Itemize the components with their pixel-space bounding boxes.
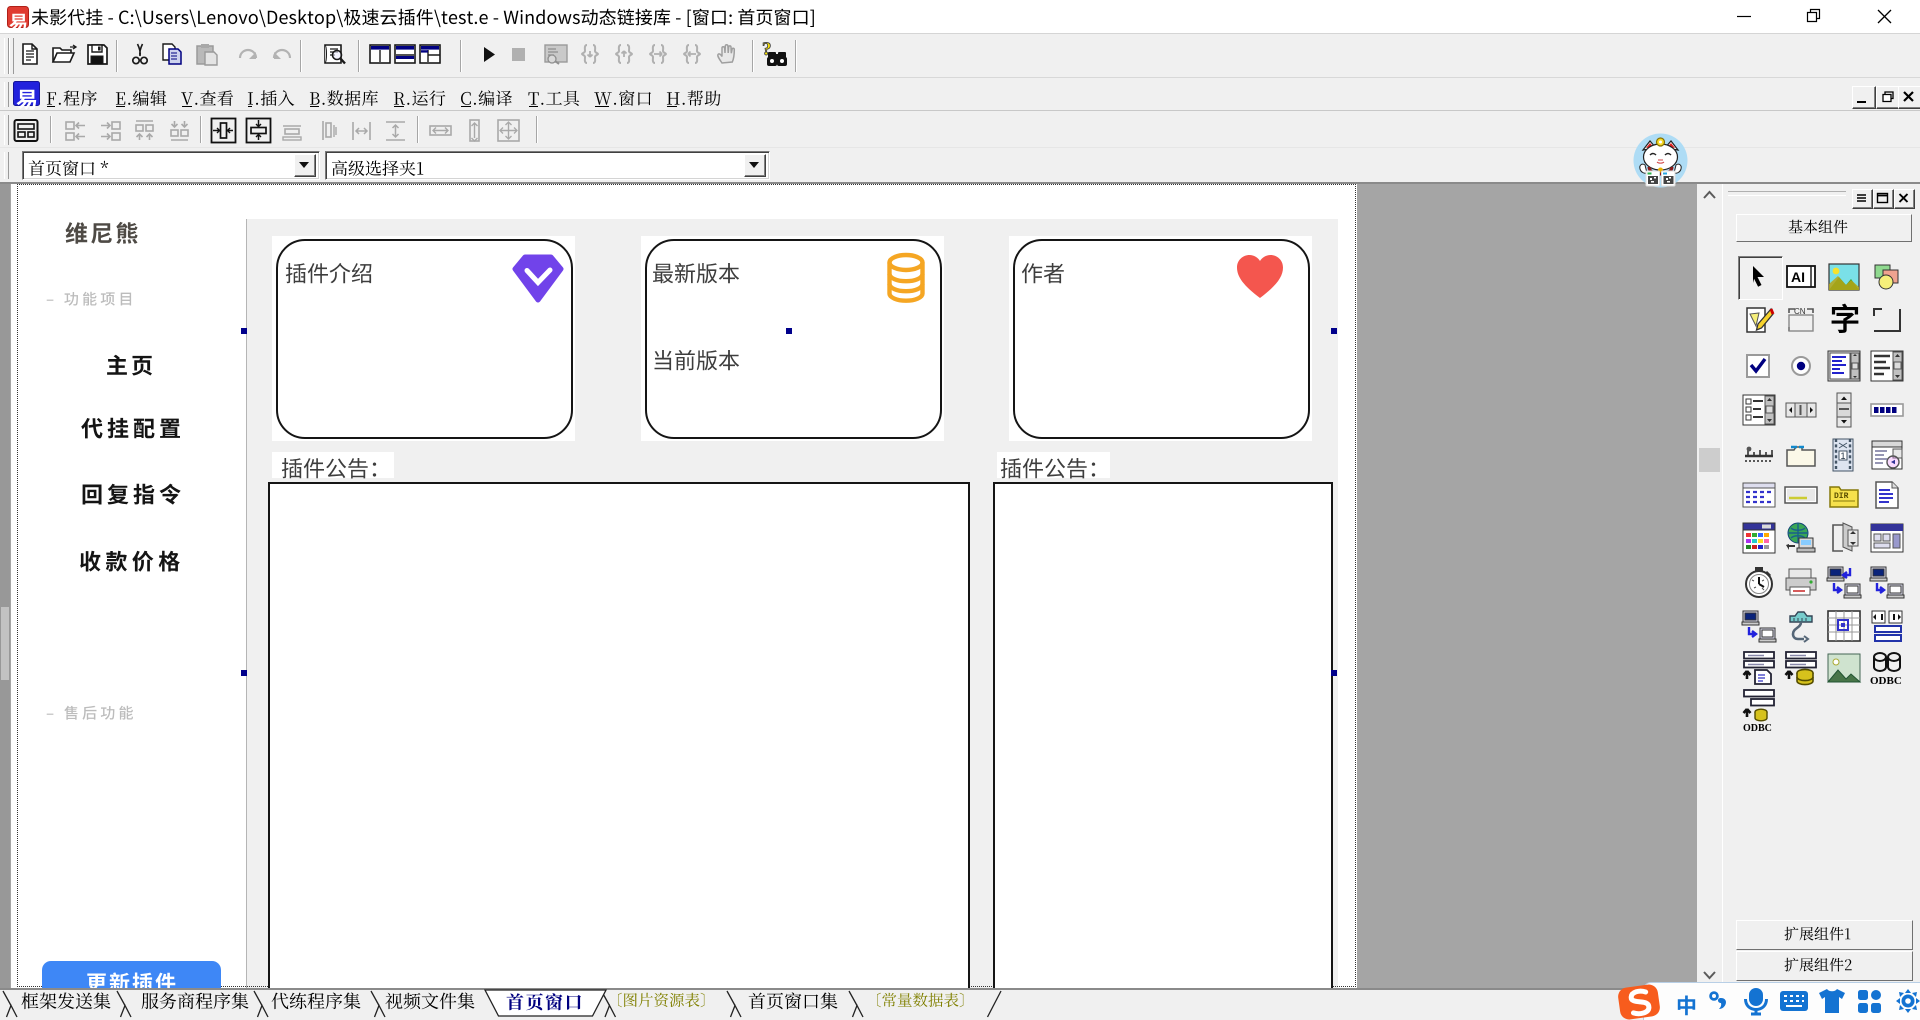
svg-text:ODBC: ODBC (1743, 723, 1772, 734)
svg-text:1: 1 (1841, 451, 1846, 461)
svg-text:DIR: DIR (1834, 492, 1849, 501)
svg-text:AI: AI (1791, 269, 1805, 285)
svg-text:ODBC: ODBC (1870, 675, 1902, 687)
svg-text:字: 字 (1830, 303, 1860, 337)
